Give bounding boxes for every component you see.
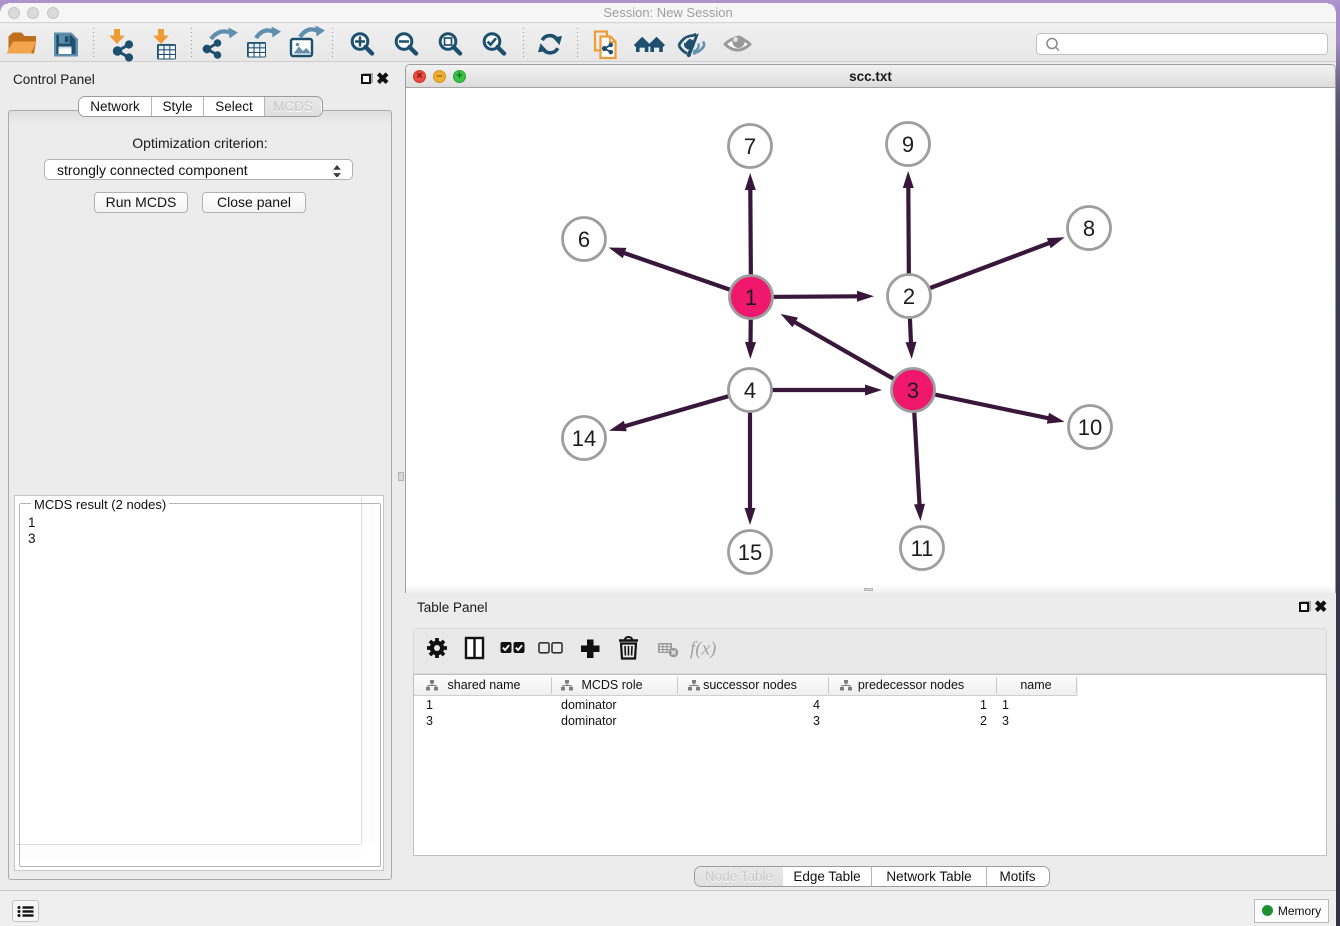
svg-text:1: 1 bbox=[745, 285, 757, 310]
svg-text:9: 9 bbox=[902, 132, 914, 157]
svg-text:3: 3 bbox=[907, 378, 919, 403]
svg-text:10: 10 bbox=[1078, 415, 1102, 440]
svg-text:15: 15 bbox=[738, 540, 762, 565]
svg-text:11: 11 bbox=[911, 536, 934, 561]
svg-text:f(x): f(x) bbox=[690, 639, 716, 660]
svg-text:2: 2 bbox=[903, 284, 915, 309]
svg-text:6: 6 bbox=[578, 227, 590, 252]
svg-text:14: 14 bbox=[572, 426, 596, 451]
svg-text:4: 4 bbox=[744, 378, 756, 403]
svg-text:7: 7 bbox=[744, 134, 756, 159]
svg-text:8: 8 bbox=[1083, 216, 1095, 241]
